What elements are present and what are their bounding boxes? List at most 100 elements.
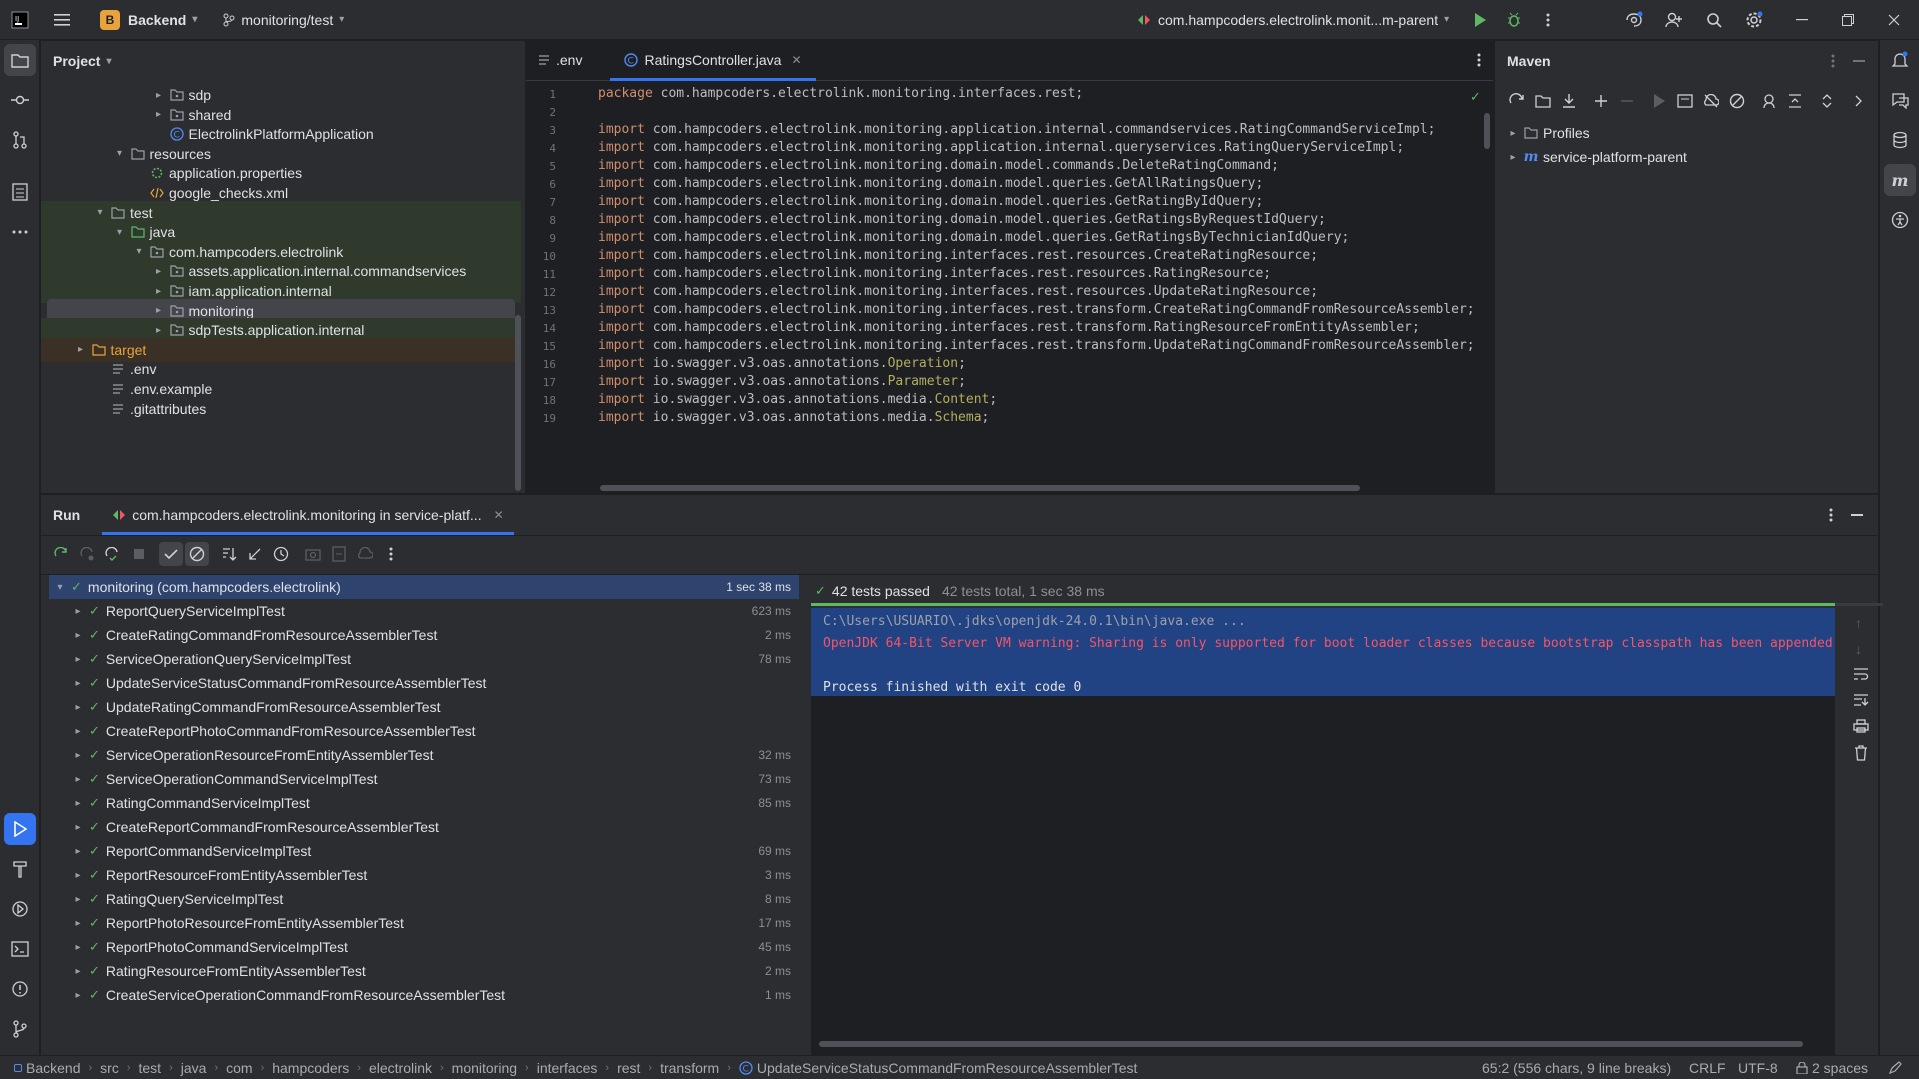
restore-icon[interactable] bbox=[1832, 4, 1864, 36]
breadcrumb-item[interactable]: transform bbox=[660, 1060, 719, 1076]
caret-position[interactable]: 65:2 (556 chars, 9 line breaks) bbox=[1482, 1060, 1671, 1076]
run-icon[interactable] bbox=[1464, 4, 1496, 36]
chevron-right-icon[interactable]: ▸ bbox=[151, 325, 167, 336]
minimize-icon[interactable] bbox=[1786, 4, 1818, 36]
test-root-row[interactable]: ▾ ✓ monitoring (com.hampcoders.electrolink… bbox=[49, 575, 799, 599]
test-row[interactable]: ▸ ✓ RatingQueryServiceImplTest 8 ms bbox=[49, 887, 799, 911]
download-icon[interactable] bbox=[1557, 89, 1581, 113]
sort-alphabetically-icon[interactable] bbox=[217, 542, 241, 566]
build-hammer-icon[interactable] bbox=[4, 853, 36, 885]
maven-options-icon[interactable] bbox=[1831, 54, 1835, 68]
chevron-down-icon[interactable]: ▾ bbox=[112, 227, 128, 238]
chevron-down-icon[interactable]: ▾ bbox=[53, 582, 67, 593]
breadcrumb-item[interactable]: C UpdateServiceStatusCommandFromResourceA… bbox=[739, 1060, 1137, 1076]
test-row[interactable]: ▸ ✓ ServiceOperationResourceFromEntityAsse… bbox=[49, 743, 799, 767]
chevron-right-icon[interactable]: ▸ bbox=[71, 822, 85, 833]
chevron-down-icon[interactable]: ▾ bbox=[92, 207, 108, 218]
run-toolbar-more-icon[interactable] bbox=[379, 542, 403, 566]
no-problems-check-icon[interactable]: ✓ bbox=[1470, 89, 1481, 105]
ai-assistant-icon[interactable] bbox=[1618, 4, 1650, 36]
project-switcher[interactable]: B Backend ▾ bbox=[92, 5, 205, 35]
branch-switcher[interactable]: monitoring/test ▾ bbox=[215, 5, 352, 35]
remove-icon[interactable] bbox=[1615, 89, 1639, 113]
accessibility-icon[interactable] bbox=[1884, 204, 1916, 236]
test-row[interactable]: ▸ ✓ UpdateServiceStatusCommandFromResource… bbox=[49, 671, 799, 695]
chevron-right-icon[interactable]: ▸ bbox=[73, 344, 89, 355]
main-menu-icon[interactable] bbox=[46, 4, 78, 36]
chevron-right-icon[interactable]: ▸ bbox=[71, 918, 85, 929]
line-separator[interactable]: CRLF bbox=[1689, 1060, 1726, 1076]
show-passed-icon[interactable] bbox=[159, 542, 183, 566]
import-results-icon[interactable] bbox=[353, 542, 377, 566]
editor-horizontal-scrollbar[interactable] bbox=[600, 485, 1360, 491]
show-ignored-icon[interactable] bbox=[185, 542, 209, 566]
chevron-right-icon[interactable]: ▸ bbox=[71, 774, 85, 785]
problems-icon[interactable] bbox=[4, 973, 36, 1005]
toggle-auto-test-icon[interactable] bbox=[101, 542, 125, 566]
test-row[interactable]: ▸ ✓ ReportQueryServiceImplTest 623 ms bbox=[49, 599, 799, 623]
offline-icon[interactable] bbox=[1699, 89, 1723, 113]
run-maven-icon[interactable] bbox=[1647, 89, 1671, 113]
test-row[interactable]: ▸ ✓ UpdateRatingCommandFromResourceAssembl… bbox=[49, 695, 799, 719]
close-window-icon[interactable] bbox=[1878, 4, 1910, 36]
chevron-right-icon[interactable] bbox=[1847, 89, 1871, 113]
console-horizontal-scrollbar[interactable] bbox=[819, 1041, 1803, 1047]
structure-icon[interactable] bbox=[4, 176, 36, 208]
project-tool-folder-icon[interactable] bbox=[4, 44, 36, 76]
debug-icon[interactable] bbox=[1498, 4, 1530, 36]
commit-icon[interactable] bbox=[4, 84, 36, 116]
collapse-all-icon[interactable] bbox=[1783, 89, 1807, 113]
chevron-right-icon[interactable]: ▸ bbox=[151, 305, 167, 316]
git-icon[interactable] bbox=[4, 1013, 36, 1045]
notifications-bell-icon[interactable] bbox=[1884, 44, 1916, 76]
chevron-right-icon[interactable]: ▸ bbox=[71, 870, 85, 881]
test-row[interactable]: ▸ ✓ ReportCommandServiceImplTest 69 ms bbox=[49, 839, 799, 863]
skip-tests-icon[interactable] bbox=[1725, 89, 1749, 113]
maven-tool-icon[interactable]: m bbox=[1884, 164, 1916, 196]
chevron-right-icon[interactable]: ▸ bbox=[151, 90, 167, 101]
test-row[interactable]: ▸ ✓ CreateServiceOperationCommandFromResou… bbox=[49, 983, 799, 1007]
indent-setting[interactable]: 2 spaces bbox=[1796, 1060, 1868, 1076]
search-icon[interactable] bbox=[1698, 4, 1730, 36]
chevron-right-icon[interactable]: ▸ bbox=[71, 798, 85, 809]
chevron-right-icon[interactable]: ▸ bbox=[151, 286, 167, 297]
chevron-right-icon[interactable]: ▸ bbox=[71, 942, 85, 953]
breadcrumb-item[interactable]: rest bbox=[617, 1060, 640, 1076]
run-tool-icon[interactable] bbox=[4, 813, 36, 845]
export-results-icon[interactable] bbox=[327, 542, 351, 566]
breadcrumb-item[interactable]: monitoring bbox=[452, 1060, 517, 1076]
add-user-icon[interactable] bbox=[1658, 4, 1690, 36]
scroll-to-end-icon[interactable] bbox=[1853, 693, 1869, 707]
test-row[interactable]: ▸ ✓ ReportResourceFromEntityAssemblerTest 3… bbox=[49, 863, 799, 887]
dependencies-icon[interactable] bbox=[1757, 89, 1781, 113]
expand-collapse-icon[interactable] bbox=[1815, 89, 1839, 113]
screenshot-icon[interactable] bbox=[301, 542, 325, 566]
breadcrumb-item[interactable]: Backend bbox=[14, 1060, 80, 1076]
run-hide-icon[interactable] bbox=[1851, 514, 1863, 516]
run-config-tab[interactable]: com.hampcoders.electrolink.monitoring in… bbox=[102, 495, 515, 535]
chevron-right-icon[interactable]: ▸ bbox=[71, 966, 85, 977]
chevron-right-icon[interactable]: ▸ bbox=[71, 990, 85, 1001]
test-row[interactable]: ▸ ✓ ServiceOperationQueryServiceImplTest 78… bbox=[49, 647, 799, 671]
breadcrumb-item[interactable]: com bbox=[226, 1060, 252, 1076]
file-encoding[interactable]: UTF-8 bbox=[1738, 1060, 1778, 1076]
tab-env[interactable]: .env bbox=[526, 40, 596, 80]
chevron-right-icon[interactable]: ▸ bbox=[151, 266, 167, 277]
database-icon[interactable] bbox=[1884, 124, 1916, 156]
run-config-selector[interactable]: com.hampcoders.electrolink.monit...m-par… bbox=[1128, 5, 1457, 35]
breadcrumb-item[interactable]: electrolink bbox=[369, 1060, 432, 1076]
read-only-toggle-icon[interactable] bbox=[1888, 1060, 1902, 1075]
code-lines[interactable]: 1 package com.hampcoders.electrolink.moni… bbox=[526, 82, 1493, 493]
chevron-right-icon[interactable]: ▸ bbox=[71, 750, 85, 761]
chevron-right-icon[interactable]: ▸ bbox=[71, 606, 85, 617]
chevron-down-icon[interactable]: ▾ bbox=[112, 148, 128, 159]
run-options-icon[interactable] bbox=[1829, 508, 1833, 522]
chevron-down-icon[interactable]: ▾ bbox=[131, 246, 147, 257]
stop-icon[interactable] bbox=[127, 542, 151, 566]
chevron-right-icon[interactable]: ▸ bbox=[71, 654, 85, 665]
close-tab-icon[interactable]: ✕ bbox=[494, 508, 504, 522]
editor-tabs-more-icon[interactable] bbox=[1477, 53, 1481, 67]
rerun-icon[interactable] bbox=[49, 542, 73, 566]
chevron-right-icon[interactable]: ▸ bbox=[71, 894, 85, 905]
chevron-right-icon[interactable]: ▸ bbox=[151, 109, 167, 120]
